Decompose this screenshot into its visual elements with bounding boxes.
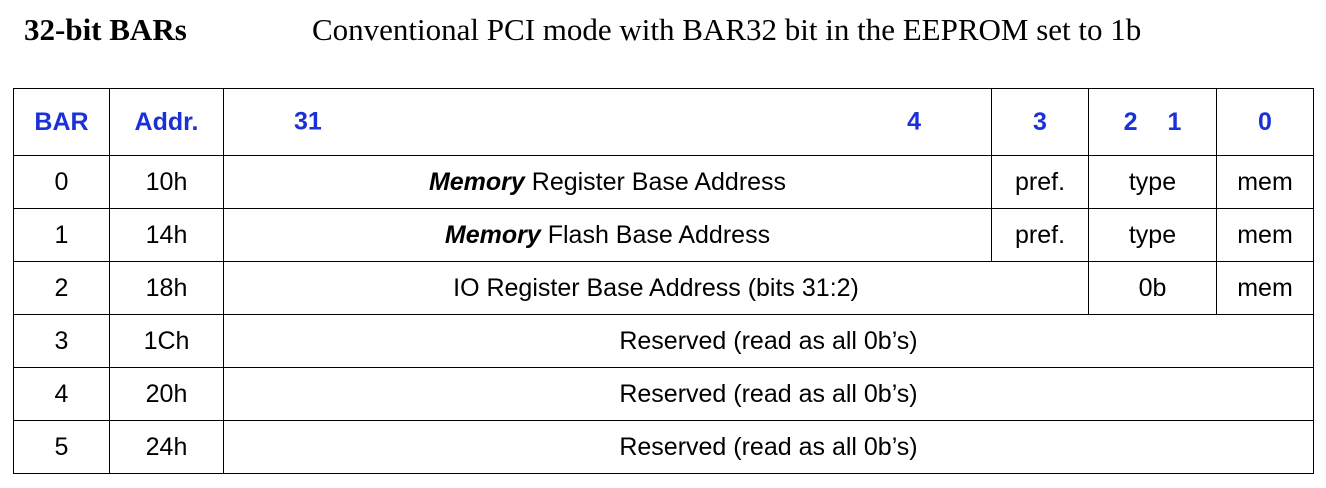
table-row: 3 1Ch Reserved (read as all 0b’s) bbox=[13, 314, 1314, 368]
section-title: 32-bit BARs bbox=[24, 12, 187, 47]
header-bit-0: 0 bbox=[1216, 88, 1314, 156]
header-bit-2: 2 bbox=[1123, 107, 1138, 136]
header-bit-3: 3 bbox=[991, 88, 1089, 156]
header-bit-1: 1 bbox=[1167, 107, 1182, 136]
header-bit-31: 31 bbox=[294, 107, 322, 136]
bar-description: Reserved (read as all 0b’s) bbox=[223, 420, 1314, 474]
table-row: 5 24h Reserved (read as all 0b’s) bbox=[13, 420, 1314, 474]
bar-number: 3 bbox=[13, 314, 110, 368]
description-emphasis: Memory bbox=[444, 220, 541, 249]
bar-description: Reserved (read as all 0b’s) bbox=[223, 367, 1314, 421]
section-subtitle: Conventional PCI mode with BAR32 bit in … bbox=[312, 12, 1142, 47]
bar-description: IO Register Base Address (bits 31:2) bbox=[223, 261, 1089, 315]
description-text: Register Base Address bbox=[524, 167, 787, 196]
header-bits-31-4: 31 4 bbox=[223, 88, 992, 156]
table-row: 4 20h Reserved (read as all 0b’s) bbox=[13, 367, 1314, 421]
bar-address: 14h bbox=[109, 208, 224, 262]
header-bar: BAR bbox=[13, 88, 110, 156]
bar-description: Reserved (read as all 0b’s) bbox=[223, 314, 1314, 368]
bar-address: 24h bbox=[109, 420, 224, 474]
bar-number: 4 bbox=[13, 367, 110, 421]
bar-number: 2 bbox=[13, 261, 110, 315]
bar-number: 5 bbox=[13, 420, 110, 474]
type-bits: type bbox=[1088, 155, 1217, 209]
bar-number: 0 bbox=[13, 155, 110, 209]
bar-description: Memory Register Base Address bbox=[223, 155, 992, 209]
table-row: 0 10h Memory Register Base Address pref.… bbox=[13, 155, 1314, 209]
mem-bit: mem bbox=[1216, 261, 1314, 315]
table-body: 0 10h Memory Register Base Address pref.… bbox=[13, 155, 1314, 474]
bar-address: 18h bbox=[109, 261, 224, 315]
table-row: 2 18h IO Register Base Address (bits 31:… bbox=[13, 261, 1314, 315]
bar-number: 1 bbox=[13, 208, 110, 262]
prefetchable-bit: pref. bbox=[991, 208, 1089, 262]
mem-bit: mem bbox=[1216, 208, 1314, 262]
table-header: BAR Addr. 31 4 3 21 0 bbox=[13, 88, 1314, 156]
prefetchable-bit: pref. bbox=[991, 155, 1089, 209]
bar-address: 20h bbox=[109, 367, 224, 421]
bar-description: Memory Flash Base Address bbox=[223, 208, 992, 262]
document-header: 32-bit BARs Conventional PCI mode with B… bbox=[0, 0, 1326, 70]
bar-address: 10h bbox=[109, 155, 224, 209]
header-bits-2-1: 21 bbox=[1088, 88, 1217, 156]
table-row: 1 14h Memory Flash Base Address pref. ty… bbox=[13, 208, 1314, 262]
header-bit-4: 4 bbox=[907, 107, 921, 136]
bar-table: BAR Addr. 31 4 3 21 0 0 10h Memory Regis… bbox=[13, 88, 1314, 474]
header-addr: Addr. bbox=[109, 88, 224, 156]
mem-bit: mem bbox=[1216, 155, 1314, 209]
bit-1-value: 0b bbox=[1088, 261, 1217, 315]
header-row: BAR Addr. 31 4 3 21 0 bbox=[13, 88, 1314, 156]
type-bits: type bbox=[1088, 208, 1217, 262]
bar-address: 1Ch bbox=[109, 314, 224, 368]
description-emphasis: Memory bbox=[428, 167, 525, 196]
description-text: Flash Base Address bbox=[540, 220, 771, 249]
